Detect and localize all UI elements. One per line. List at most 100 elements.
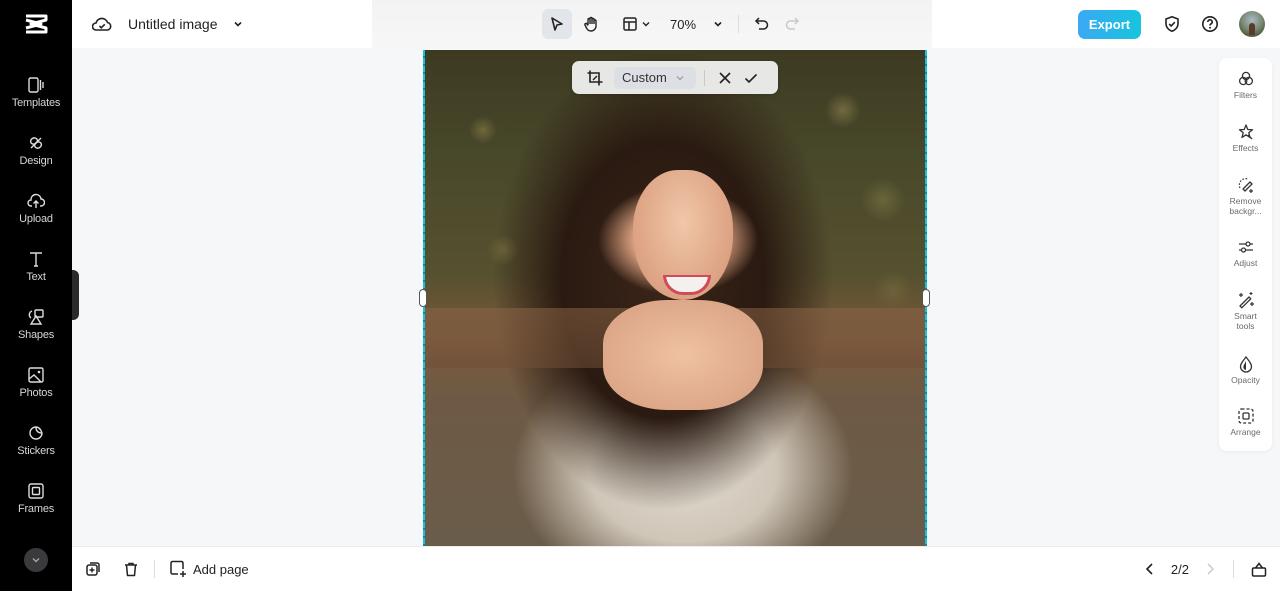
duplicate-page-button[interactable]	[84, 557, 102, 581]
arrange-icon	[1237, 408, 1254, 424]
panel-item-adjust[interactable]: Adjust	[1219, 238, 1272, 269]
chevron-left-icon	[1145, 563, 1153, 575]
opacity-icon	[1239, 355, 1252, 373]
page-indicator: 2/2	[1170, 561, 1189, 577]
document-title-area[interactable]: Untitled image	[92, 12, 244, 36]
panel-item-label: Smart tools	[1234, 311, 1257, 331]
sidebar-item-frames[interactable]: Frames	[0, 482, 72, 532]
sidebar-item-label: Shapes	[17, 329, 55, 341]
resize-handle-right[interactable]	[922, 289, 930, 307]
remove-background-icon	[1238, 178, 1253, 193]
sidebar-item-design[interactable]: Design	[0, 134, 72, 184]
photos-icon	[28, 367, 44, 383]
next-page-button[interactable]	[1203, 557, 1217, 581]
topbar-actions: Export	[1078, 9, 1280, 39]
layout-icon	[622, 17, 637, 31]
sidebar-item-text[interactable]: Text	[0, 250, 72, 300]
pages-panel-icon	[1251, 562, 1267, 577]
chevron-down-icon	[676, 75, 684, 80]
sidebar-item-shapes[interactable]: Shapes	[0, 308, 72, 358]
effects-icon	[1238, 124, 1253, 140]
panel-item-label: Opacity	[1231, 375, 1260, 385]
sidebar-item-label: Upload	[19, 213, 53, 225]
panel-item-smart-tools[interactable]: Smart tools	[1219, 291, 1272, 331]
selected-photo[interactable]	[423, 50, 927, 546]
sidebar-item-photos[interactable]: Photos	[0, 366, 72, 416]
duplicate-icon	[86, 562, 100, 576]
design-icon	[29, 137, 43, 149]
redo-button[interactable]	[777, 9, 807, 39]
panel-item-label: Effects	[1232, 143, 1259, 153]
chevron-down-icon	[32, 558, 40, 563]
pages-panel-button[interactable]	[1250, 557, 1268, 581]
page-navigation: 2/2	[1143, 557, 1268, 581]
sidebar-item-upload[interactable]: Upload	[0, 192, 72, 242]
add-page-label: Add page	[193, 561, 249, 577]
chevron-down-icon[interactable]	[232, 18, 244, 30]
top-bar: Untitled image 70% Export	[72, 0, 1280, 50]
panel-item-label: Arrange	[1230, 427, 1261, 437]
templates-icon	[28, 77, 44, 93]
export-button[interactable]: Export	[1078, 9, 1141, 39]
crop-ratio-value: Custom	[622, 70, 667, 85]
crop-cancel-button[interactable]	[715, 68, 735, 88]
crop-ratio-select[interactable]: Custom	[614, 66, 696, 89]
sidebar-item-label: Design	[19, 155, 53, 167]
crop-toolbar: Custom	[572, 61, 778, 94]
sidebar-item-label: Templates	[11, 97, 61, 109]
right-tools-panel: Filters Effects Remove backgr... Adjust …	[1219, 58, 1272, 451]
pointer-icon	[551, 17, 563, 31]
select-tool-button[interactable]	[542, 9, 572, 39]
document-title[interactable]: Untitled image	[128, 16, 218, 32]
sidebar-item-label: Photos	[19, 387, 53, 399]
sidebar-item-templates[interactable]: Templates	[0, 76, 72, 126]
crop-confirm-button[interactable]	[741, 68, 761, 88]
undo-icon	[754, 17, 769, 30]
security-button[interactable]	[1159, 11, 1185, 37]
hand-tool-button[interactable]	[576, 9, 606, 39]
zoom-dropdown-chevron-icon[interactable]	[712, 18, 724, 30]
previous-page-button[interactable]	[1143, 557, 1157, 581]
add-page-button[interactable]: Add page	[169, 557, 249, 581]
help-button[interactable]	[1197, 11, 1223, 37]
smart-tools-icon	[1238, 292, 1254, 309]
resize-handle-left[interactable]	[419, 289, 427, 307]
toolbar-divider	[738, 15, 740, 33]
frames-icon	[28, 483, 44, 499]
chevron-right-icon	[1207, 563, 1215, 575]
canvas-area[interactable]	[72, 48, 1280, 546]
app-root: Templates Design Upload Text Shapes Phot…	[0, 0, 1280, 591]
zoom-level[interactable]: 70%	[670, 17, 696, 32]
bottom-divider	[1233, 560, 1234, 578]
panel-item-opacity[interactable]: Opacity	[1219, 355, 1272, 386]
shield-check-icon	[1165, 16, 1179, 32]
panel-item-arrange[interactable]: Arrange	[1219, 407, 1272, 438]
photo-hands	[603, 300, 763, 410]
user-avatar[interactable]	[1239, 11, 1265, 37]
layout-menu-button[interactable]	[616, 9, 656, 39]
trash-icon	[125, 562, 137, 577]
panel-item-effects[interactable]: Effects	[1219, 123, 1272, 154]
sidebar-collapse-handle[interactable]	[72, 270, 79, 320]
adjust-icon	[1238, 241, 1253, 253]
panel-item-remove-background[interactable]: Remove backgr...	[1219, 176, 1272, 216]
text-icon	[30, 252, 42, 267]
chevron-down-icon	[642, 22, 649, 27]
shapes-icon	[28, 309, 44, 325]
undo-button[interactable]	[747, 9, 777, 39]
add-page-icon	[170, 560, 186, 577]
capcut-logo[interactable]	[0, 0, 72, 48]
sidebar-item-label: Text	[26, 271, 46, 283]
sidebar-more-button[interactable]	[24, 548, 48, 572]
panel-item-label: Filters	[1233, 90, 1258, 100]
crop-toolbar-divider	[704, 69, 705, 86]
panel-item-filters[interactable]: Filters	[1219, 70, 1272, 101]
delete-page-button[interactable]	[122, 557, 140, 581]
close-icon	[719, 71, 731, 84]
crop-icon[interactable]	[586, 69, 604, 87]
sidebar-item-label: Stickers	[17, 445, 55, 457]
panel-item-label: Remove backgr...	[1229, 196, 1262, 216]
sidebar-item-stickers[interactable]: Stickers	[0, 424, 72, 474]
redo-icon	[785, 17, 800, 30]
sidebar-item-label: Frames	[17, 503, 55, 515]
